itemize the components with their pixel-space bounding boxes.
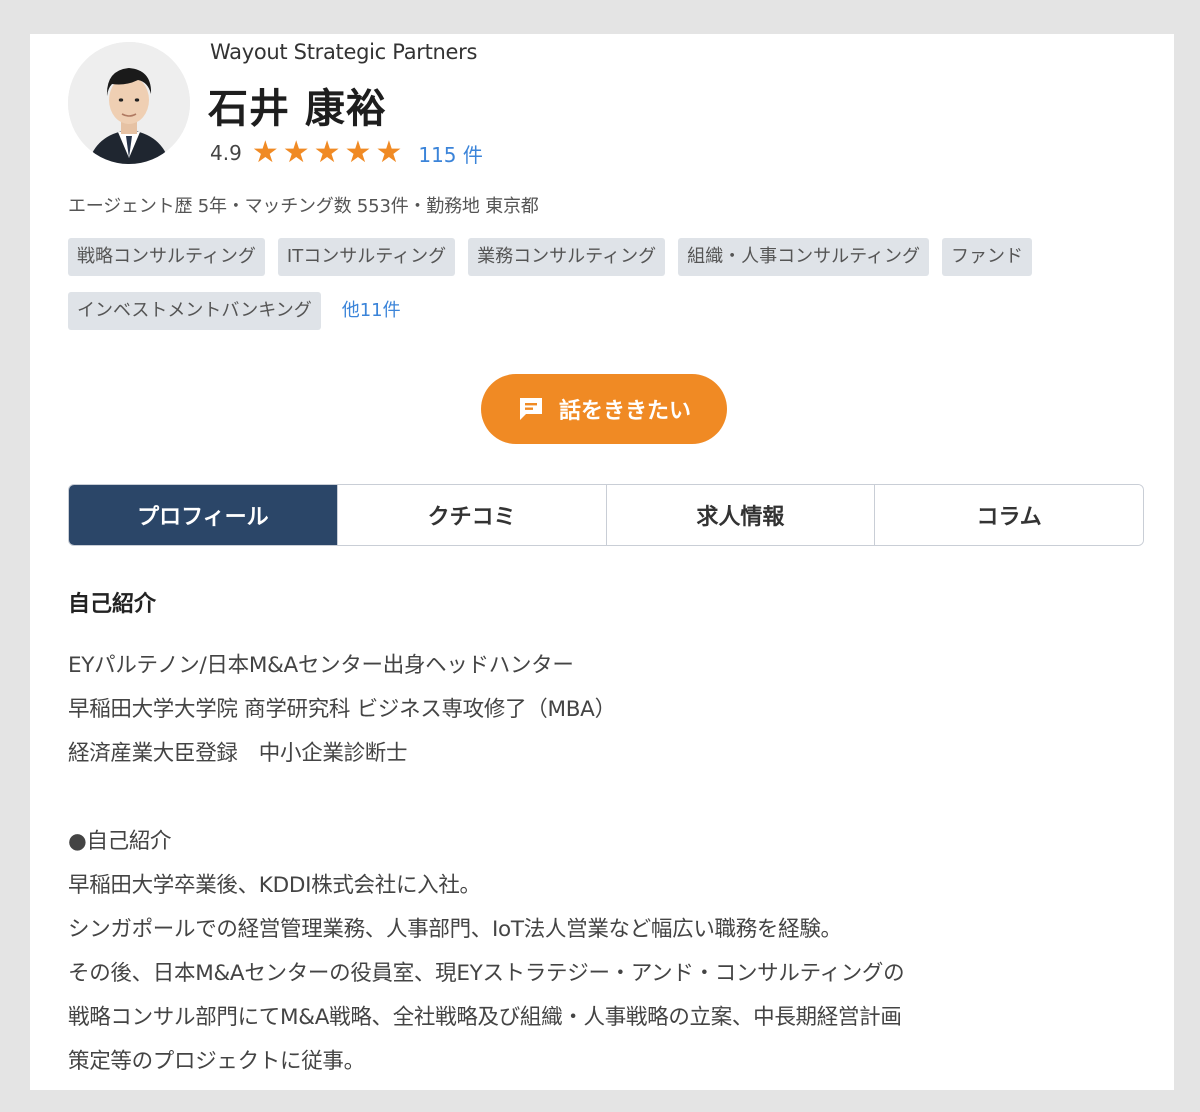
tab-column[interactable]: コラム [874, 485, 1143, 545]
rating-score: 4.9 [210, 141, 242, 165]
tag: インベストメントバンキング [68, 292, 321, 330]
agent-meta: エージェント歴 5年・マッチング数 553件・勤務地 東京都 [68, 196, 539, 217]
star-icon: ★ [282, 135, 310, 170]
avatar-portrait-icon [68, 42, 190, 164]
detail-line: 早稲田大学卒業後、KDDI株式会社に入社。 [68, 873, 481, 898]
detail-line: 策定等のプロジェクトに従事。 [68, 1049, 365, 1074]
star-icon: ★ [251, 135, 279, 170]
profile-header: Wayout Strategic Partners 石井 康裕 4.9 ★ ★ ★ ★… [68, 40, 1128, 170]
detail-heading: ●自己紹介 [68, 829, 172, 854]
profile-tabs: プロフィール クチコミ 求人情報 コラム [68, 484, 1144, 546]
company-name: Wayout Strategic Partners [210, 40, 478, 64]
agent-profile-card: Wayout Strategic Partners 石井 康裕 4.9 ★ ★ ★ ★… [30, 34, 1174, 1090]
intro-text: EYパルテノン/日本M&Aセンター出身ヘッドハンター 早稲田大学大学院 商学研究… [68, 644, 1148, 1084]
intro-line: EYパルテノン/日本M&Aセンター出身ヘッドハンター [68, 653, 574, 678]
review-count-link[interactable]: 115 件 [418, 139, 483, 168]
star-icon: ★ [313, 135, 341, 170]
star-icon: ★ [344, 135, 372, 170]
intro-line: 早稲田大学大学院 商学研究科 ビジネス専攻修了（MBA） [68, 697, 616, 722]
detail-line: その後、日本M&Aセンターの役員室、現EYストラテジー・アンド・コンサルティング… [68, 961, 905, 986]
tab-reviews[interactable]: クチコミ [336, 485, 606, 545]
tag: 業務コンサルティング [468, 238, 666, 276]
tab-profile[interactable]: プロフィール [69, 485, 337, 545]
agent-name: 石井 康裕 [208, 86, 387, 132]
intro-line: 経済産業大臣登録 中小企業診断士 [68, 741, 408, 766]
tag: ITコンサルティング [277, 238, 456, 276]
contact-button-label: 話をききたい [558, 398, 691, 423]
detail-line: 戦略コンサル部門にてM&A戦略、全社戦略及び組織・人事戦略の立案、中長期経営計画 [68, 1005, 902, 1030]
more-tags-link[interactable]: 他11件 [342, 292, 401, 330]
contact-button[interactable]: 話をききたい [481, 374, 727, 444]
rating-row: 4.9 ★ ★ ★ ★ ★ 115 件 [210, 138, 483, 168]
detail-line: シンガポールでの経営管理業務、人事部門、IoT法人営業など幅広い職務を経験。 [68, 917, 842, 942]
chat-icon [519, 398, 542, 420]
star-rating: ★ ★ ★ ★ ★ [252, 138, 407, 168]
tab-jobs[interactable]: 求人情報 [605, 485, 875, 545]
specialty-tags: 戦略コンサルティング ITコンサルティング 業務コンサルティング 組織・人事コンサルテ… [68, 238, 1148, 346]
tag: 組織・人事コンサルティング [678, 238, 929, 276]
tag: ファンド [942, 238, 1032, 276]
avatar [68, 42, 190, 164]
star-icon: ★ [375, 135, 403, 170]
section-title: 自己紹介 [68, 592, 157, 617]
tag: 戦略コンサルティング [68, 238, 265, 276]
